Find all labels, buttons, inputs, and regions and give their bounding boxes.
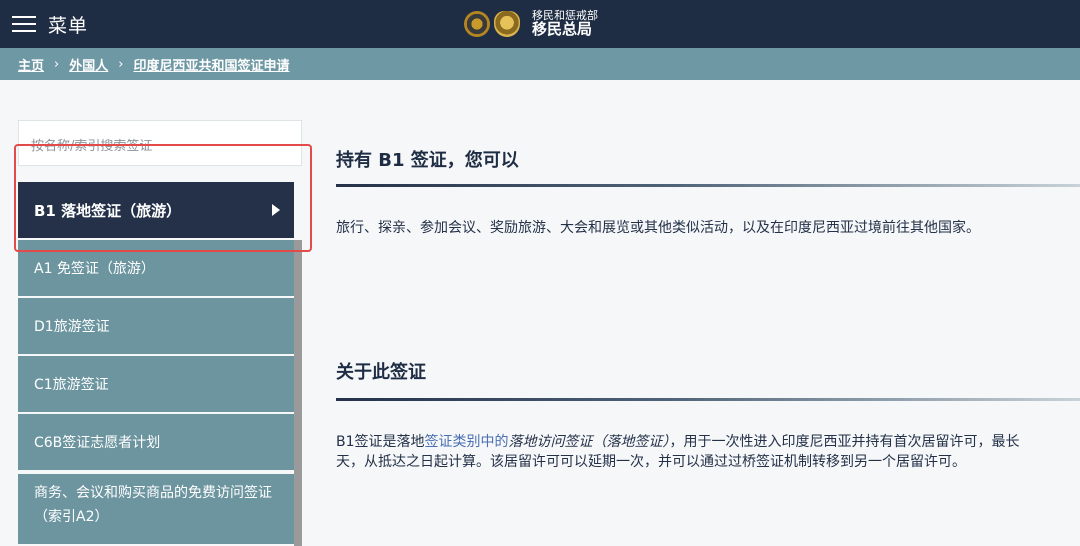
sidebar-item-label: A1 免签证（旅游） bbox=[34, 261, 155, 277]
breadcrumb: 主页 › 外国人 › 印度尼西亚共和国签证申请 bbox=[0, 48, 1080, 80]
top-nav-bar: 菜单 移民和惩戒部 移民总局 bbox=[0, 0, 1080, 48]
section-divider bbox=[336, 398, 1080, 401]
agency-logo[interactable]: 移民和惩戒部 移民总局 bbox=[464, 8, 598, 40]
directorate-name: 移民总局 bbox=[532, 19, 593, 38]
section-title-about: 关于此签证 bbox=[336, 362, 426, 383]
ministry-emblem-icon bbox=[464, 11, 490, 37]
visa-type-emphasis: 落地访问签证（落地签证） bbox=[508, 434, 670, 450]
hamburger-menu-icon bbox=[12, 15, 36, 33]
menu-label: 菜单 bbox=[48, 14, 89, 37]
about-text: B1签证是落地签证类别中的落地访问签证（落地签证），用于一次性进入印度尼西亚并持… bbox=[336, 432, 1080, 473]
arrow-right-icon bbox=[272, 204, 280, 216]
breadcrumb-visa-application[interactable]: 印度尼西亚共和国签证申请 bbox=[133, 55, 289, 74]
sidebar-item-c6b-volunteer-visa[interactable]: C6B签证志愿者计划 bbox=[18, 414, 294, 472]
section-title-benefits: 持有 B1 签证，您可以 bbox=[336, 150, 519, 171]
about-text-part: B1签证是落地 bbox=[336, 434, 425, 450]
sidebar-item-label: B1 落地签证（旅游） bbox=[34, 201, 182, 220]
sidebar-item-a1-visa-free[interactable]: A1 免签证（旅游） bbox=[18, 240, 294, 298]
sidebar-item-c1-tourist-visa[interactable]: C1旅游签证 bbox=[18, 356, 294, 414]
visa-details: 持有 B1 签证，您可以 旅行、探亲、参加会议、奖励旅游、大会和展览或其他类似活… bbox=[336, 80, 1080, 546]
breadcrumb-home[interactable]: 主页 bbox=[18, 55, 44, 74]
sidebar-item-label: 商务、会议和购买商品的免费访问签证（索引A2） bbox=[34, 485, 272, 525]
sidebar-item-a2-business-visit[interactable]: 商务、会议和购买商品的免费访问签证（索引A2） bbox=[18, 474, 294, 546]
sidebar-scrollbar[interactable] bbox=[294, 240, 302, 546]
garuda-emblem-icon bbox=[494, 11, 520, 37]
breadcrumb-chevron-icon: › bbox=[54, 56, 60, 72]
about-text-part: 天，从抵达之日起计算。该居留许可可以延期一次，并可以通过过桥签证机制转移到另一个… bbox=[336, 454, 966, 471]
sidebar-item-label: D1旅游签证 bbox=[34, 319, 110, 335]
visa-sidebar: 按名称/索引搜索签证 B1 落地签证（旅游） A1 免签证（旅游） D1旅游签证… bbox=[0, 80, 312, 546]
menu-button[interactable]: 菜单 bbox=[12, 8, 88, 40]
visa-search-input[interactable]: 按名称/索引搜索签证 bbox=[18, 120, 302, 166]
benefits-text: 旅行、探亲、参加会议、奖励旅游、大会和展览或其他类似活动，以及在印度尼西亚过境前… bbox=[336, 220, 980, 236]
section-divider bbox=[336, 184, 1080, 187]
breadcrumb-foreigners[interactable]: 外国人 bbox=[69, 55, 108, 74]
breadcrumb-chevron-icon: › bbox=[118, 56, 124, 72]
sidebar-item-d1-tourist-visa[interactable]: D1旅游签证 bbox=[18, 298, 294, 356]
about-text-part: ，用于一次性进入印度尼西亚并持有首次居留许可，最长 bbox=[669, 434, 1020, 450]
visa-category-link[interactable]: 签证类别中的 bbox=[425, 434, 509, 450]
sidebar-item-b1-visa-on-arrival[interactable]: B1 落地签证（旅游） bbox=[18, 182, 294, 238]
sidebar-item-label: C1旅游签证 bbox=[34, 377, 109, 393]
sidebar-item-label: C6B签证志愿者计划 bbox=[34, 435, 161, 451]
agency-name: 移民和惩戒部 移民总局 bbox=[532, 10, 598, 37]
